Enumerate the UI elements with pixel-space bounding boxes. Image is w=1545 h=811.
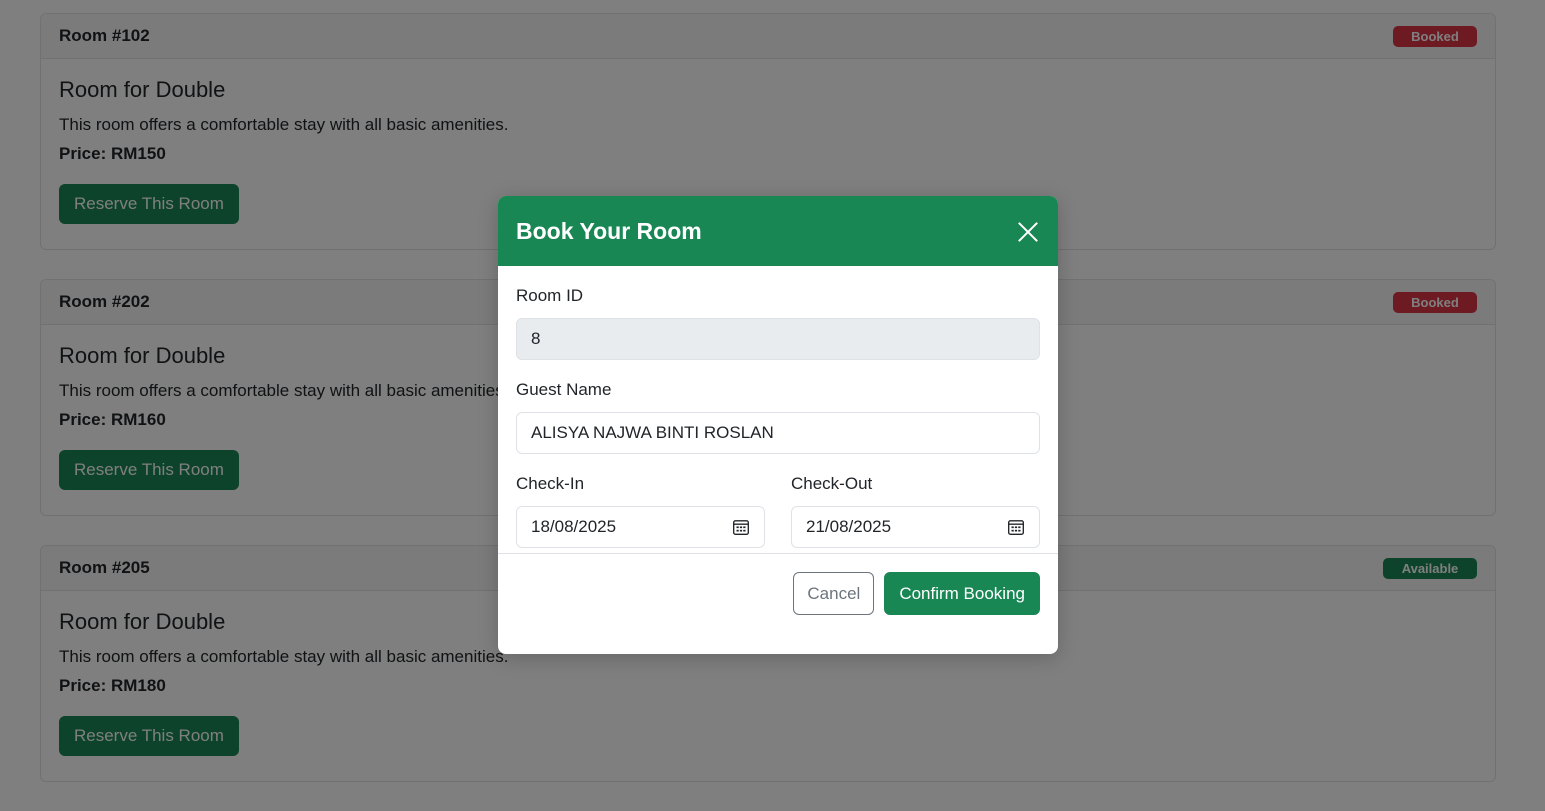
guest-name-label: Guest Name [516,380,612,399]
calendar-icon[interactable] [732,518,750,536]
modal-header: Book Your Room [498,196,1058,266]
check-in-group: Check-In 18/08/2025 [516,474,765,548]
room-id-group: Room ID 8 [516,286,1040,360]
check-in-value: 18/08/2025 [531,517,617,536]
room-id-label: Room ID [516,286,584,305]
guest-name-field[interactable]: ALISYA NAJWA BINTI ROSLAN [516,412,1040,454]
room-id-field: 8 [516,318,1040,360]
modal-title: Book Your Room [516,217,702,244]
modal-body: Room ID 8 Guest Name ALISYA NAJWA BINTI … [498,266,1058,554]
check-out-label: Check-Out [791,474,873,493]
cancel-button[interactable]: Cancel [793,572,875,615]
check-in-label: Check-In [516,474,585,493]
guest-name-group: Guest Name ALISYA NAJWA BINTI ROSLAN [516,380,1040,454]
check-out-group: Check-Out 21/08/2025 [791,474,1040,548]
date-row: Check-In 18/08/2025 Check-Out 21/08/2025 [516,474,1040,548]
check-out-field[interactable]: 21/08/2025 [791,506,1040,548]
close-icon[interactable] [1016,219,1040,243]
check-in-field[interactable]: 18/08/2025 [516,506,765,548]
confirm-booking-button[interactable]: Confirm Booking [884,572,1040,615]
modal-footer: Cancel Confirm Booking [498,554,1058,633]
booking-modal: Book Your Room Room ID 8 Guest Name ALIS… [498,196,1058,654]
check-out-value: 21/08/2025 [806,517,892,536]
calendar-icon[interactable] [1007,518,1025,536]
